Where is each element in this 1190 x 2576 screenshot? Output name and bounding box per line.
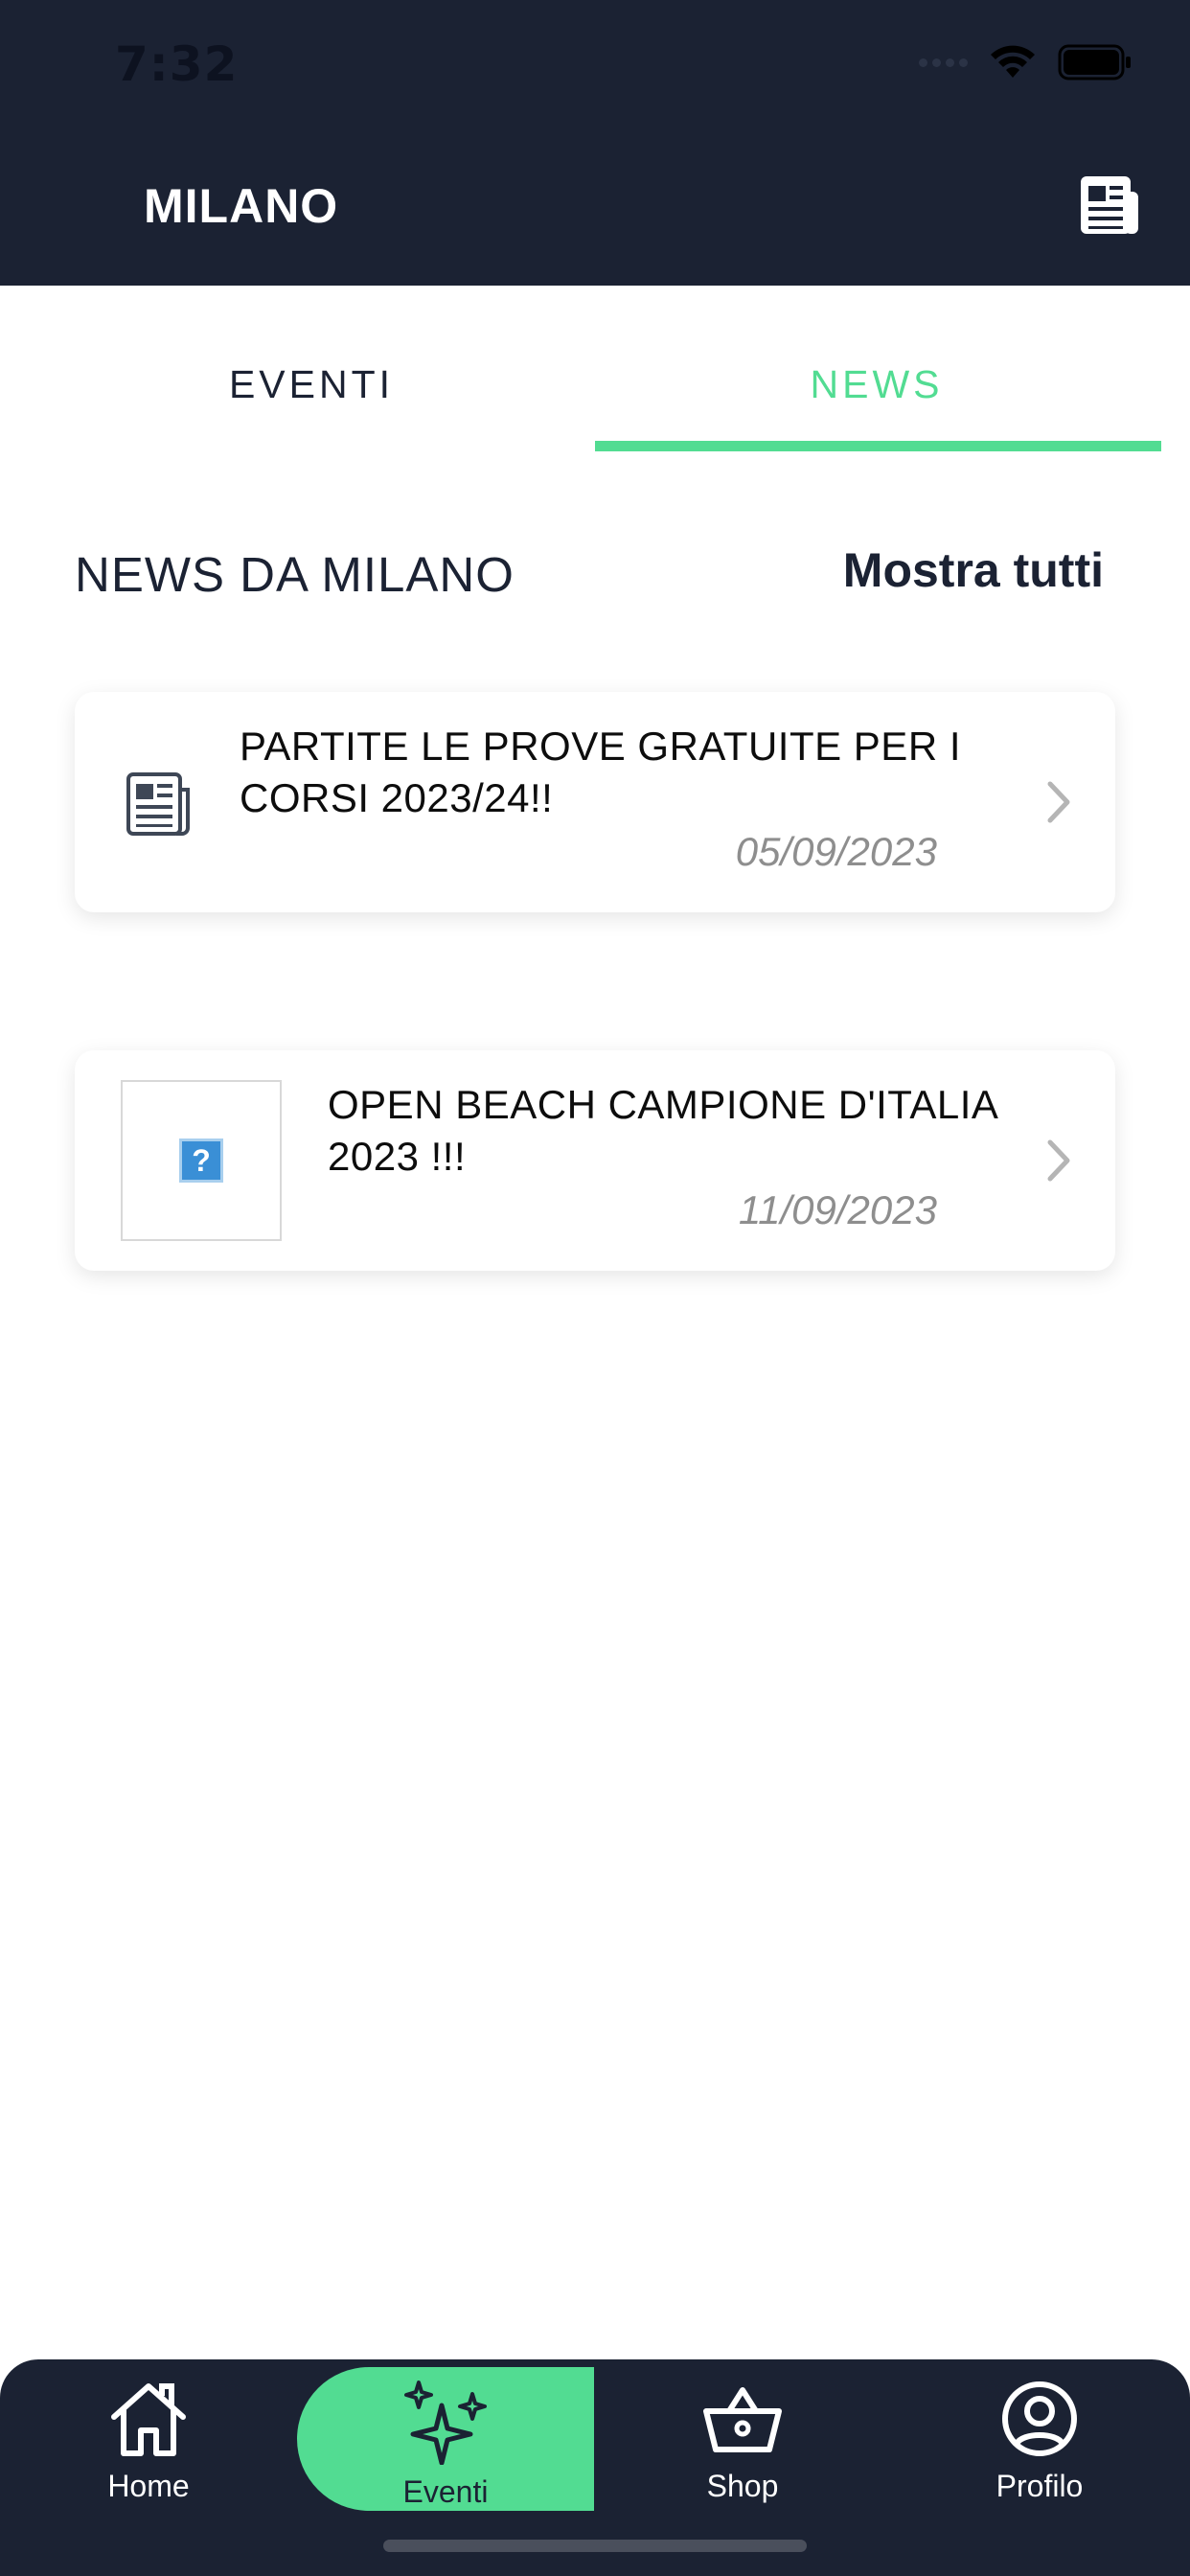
nav-label: Shop bbox=[706, 2469, 779, 2503]
status-icons bbox=[919, 44, 1133, 80]
nav-label: Home bbox=[107, 2469, 190, 2503]
news-card[interactable]: PARTITE LE PROVE GRATUITE PER I CORSI 20… bbox=[75, 692, 1115, 912]
section-title: NEWS DA MILANO bbox=[75, 547, 515, 602]
nav-home[interactable]: Home bbox=[0, 2379, 297, 2504]
missing-image-icon: ? bbox=[179, 1138, 223, 1183]
tab-bar: EVENTI NEWS bbox=[0, 286, 1190, 458]
battery-icon bbox=[1058, 44, 1131, 80]
page-title: MILANO bbox=[144, 179, 339, 233]
chevron-right-icon bbox=[1047, 781, 1070, 823]
news-card[interactable]: ? OPEN BEACH CAMPIONE D'ITALIA 2023 !!! … bbox=[75, 1050, 1115, 1271]
profile-icon bbox=[1002, 2381, 1077, 2456]
nav-label: Eventi bbox=[402, 2474, 489, 2509]
newspaper-icon bbox=[126, 772, 190, 836]
status-time: 7:32 bbox=[115, 36, 239, 92]
news-title: OPEN BEACH CAMPIONE D'ITALIA 2023 !!! bbox=[328, 1082, 997, 1179]
app-header: 7:32 MILANO bbox=[0, 0, 1190, 286]
signal-icon bbox=[919, 58, 968, 67]
tab-eventi[interactable]: EVENTI bbox=[29, 362, 594, 407]
sparkles-icon bbox=[404, 2380, 487, 2465]
nav-profilo[interactable]: Profilo bbox=[891, 2379, 1188, 2504]
newspaper-icon[interactable] bbox=[1077, 172, 1142, 238]
chevron-right-icon bbox=[1047, 1139, 1070, 1182]
news-thumbnail: ? bbox=[121, 1080, 282, 1241]
nav-eventi[interactable]: Eventi bbox=[297, 2379, 594, 2510]
show-all-link[interactable]: Mostra tutti bbox=[843, 542, 1104, 598]
home-indicator bbox=[383, 2540, 807, 2552]
active-tab-indicator bbox=[595, 441, 1161, 451]
nav-label: Profilo bbox=[995, 2469, 1084, 2503]
news-title: PARTITE LE PROVE GRATUITE PER I CORSI 20… bbox=[240, 724, 961, 820]
home-icon bbox=[111, 2383, 186, 2456]
wifi-icon bbox=[991, 45, 1035, 78]
news-date: 05/09/2023 bbox=[735, 829, 937, 874]
nav-shop[interactable]: Shop bbox=[594, 2379, 891, 2504]
basket-icon bbox=[703, 2387, 782, 2452]
tab-news[interactable]: NEWS bbox=[594, 362, 1159, 407]
news-date: 11/09/2023 bbox=[738, 1187, 937, 1232]
